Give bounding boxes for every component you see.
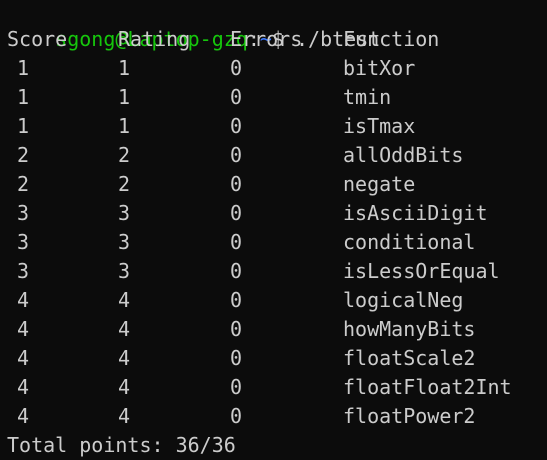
rating-cell: 3 (118, 201, 131, 225)
function-cell: negate (343, 172, 416, 196)
errors-cell: 0 (230, 259, 243, 283)
table-row: 2 2 0 allOddBits (7, 141, 547, 170)
score-cell: 2 (17, 143, 30, 167)
errors-cell: 0 (230, 172, 243, 196)
score-cell: 4 (17, 404, 30, 428)
score-cell: 4 (17, 375, 30, 399)
score-cell: 1 (17, 85, 30, 109)
rating-cell: 2 (118, 143, 131, 167)
errors-cell: 0 (230, 143, 243, 167)
errors-cell: 0 (230, 317, 243, 341)
errors-cell: 0 (230, 288, 243, 312)
table-row: 3 3 0 isAsciiDigit (7, 199, 547, 228)
function-cell: isTmax (343, 114, 416, 138)
total-points: Total points: 36/36 (7, 433, 236, 457)
function-cell: floatFloat2Int (343, 375, 512, 399)
table-row: 4 4 0 logicalNeg (7, 286, 547, 315)
function-cell: floatScale2 (343, 346, 476, 370)
rating-cell: 4 (118, 288, 131, 312)
rating-cell: 4 (118, 346, 131, 370)
header-function: Function (343, 27, 440, 51)
score-cell: 3 (17, 259, 30, 283)
function-cell: logicalNeg (343, 288, 464, 312)
rating-cell: 4 (118, 317, 131, 341)
function-cell: isAsciiDigit (343, 201, 488, 225)
table-row: 3 3 0 conditional (7, 228, 547, 257)
rating-cell: 3 (118, 230, 131, 254)
errors-cell: 0 (230, 375, 243, 399)
rating-cell: 1 (118, 56, 131, 80)
rating-cell: 1 (118, 114, 131, 138)
function-cell: isLessOrEqual (343, 259, 500, 283)
errors-cell: 0 (230, 230, 243, 254)
table-header: Score Rating Errors Function (7, 25, 547, 54)
table-row: 1 1 0 isTmax (7, 112, 547, 141)
terminal-window[interactable]: sgong@Laptop-gzq:~$ ./btest Score Rating… (0, 0, 547, 460)
table-row: 4 4 0 floatPower2 (7, 402, 547, 431)
score-cell: 4 (17, 288, 30, 312)
table-row: 4 4 0 floatFloat2Int (7, 373, 547, 402)
rating-cell: 4 (118, 375, 131, 399)
function-cell: howManyBits (343, 317, 476, 341)
errors-cell: 0 (230, 56, 243, 80)
score-cell: 4 (17, 346, 30, 370)
function-cell: conditional (343, 230, 476, 254)
function-cell: allOddBits (343, 143, 464, 167)
errors-cell: 0 (230, 114, 243, 138)
table-row: 4 4 0 howManyBits (7, 315, 547, 344)
score-cell: 1 (17, 114, 30, 138)
errors-cell: 0 (230, 346, 243, 370)
header-rating: Rating (118, 27, 191, 51)
table-row: 3 3 0 isLessOrEqual (7, 257, 547, 286)
score-cell: 3 (17, 201, 30, 225)
function-cell: tmin (343, 85, 392, 109)
score-cell: 2 (17, 172, 30, 196)
errors-cell: 0 (230, 201, 243, 225)
table-row: 1 1 0 bitXor (7, 54, 547, 83)
function-cell: bitXor (343, 56, 416, 80)
rating-cell: 3 (118, 259, 131, 283)
function-cell: floatPower2 (343, 404, 476, 428)
table-row: 2 2 0 negate (7, 170, 547, 199)
score-cell: 4 (17, 317, 30, 341)
table-row: 1 1 0 tmin (7, 83, 547, 112)
header-errors: Errors (230, 27, 303, 51)
header-score: Score (7, 27, 68, 51)
rating-cell: 1 (118, 85, 131, 109)
errors-cell: 0 (230, 85, 243, 109)
score-cell: 1 (17, 56, 30, 80)
errors-cell: 0 (230, 404, 243, 428)
rating-cell: 4 (118, 404, 131, 428)
rating-cell: 2 (118, 172, 131, 196)
prompt-line: sgong@Laptop-gzq:~$ ./btest (7, 0, 380, 51)
score-cell: 3 (17, 230, 30, 254)
table-row: 4 4 0 floatScale2 (7, 344, 547, 373)
